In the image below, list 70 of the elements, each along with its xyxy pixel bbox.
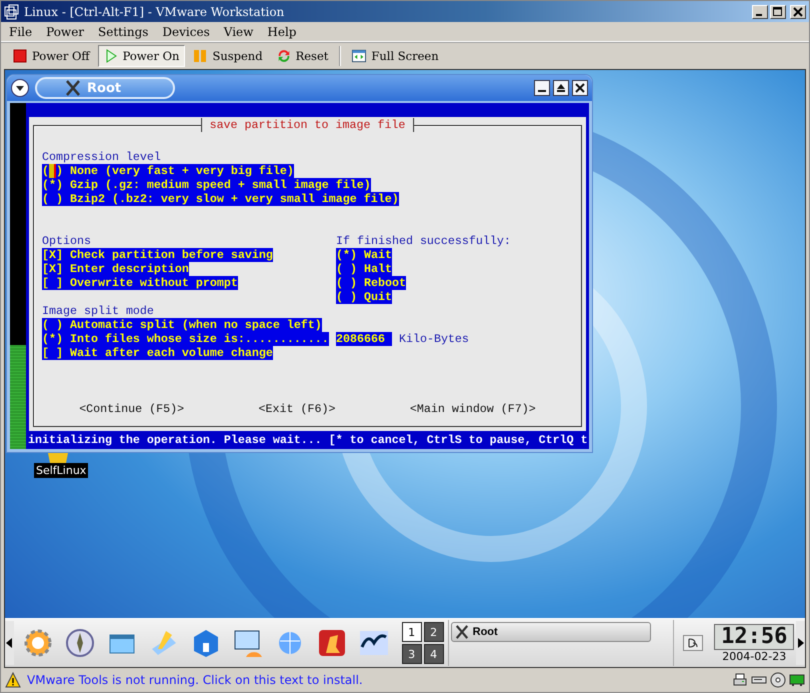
window-title-text: Root [87, 80, 122, 96]
radio-option[interactable]: (*) Gzip (.gz: medium speed + small image file) [42, 178, 371, 192]
radio-option[interactable]: ( ) Halt [336, 262, 392, 276]
printer-icon[interactable] [732, 672, 748, 688]
menu-item[interactable]: Settings [98, 24, 148, 38]
reset-icon[interactable] [276, 49, 291, 63]
tray-icon[interactable] [683, 635, 704, 651]
window-title: Linux - [Ctrl-Alt-F1] - VMware Workstation [24, 4, 284, 18]
checkbox-option[interactable]: [ ] Wait after each volume change [42, 346, 273, 360]
caret-icon[interactable] [15, 83, 25, 93]
desktop-pager-button[interactable]: 2 [424, 622, 444, 642]
full-screen-icon[interactable] [352, 49, 366, 63]
desktop-icon-label[interactable]: SelfLinux [34, 463, 88, 478]
desktop-pager-button[interactable]: 4 [424, 644, 444, 664]
disc-icon[interactable] [770, 672, 786, 688]
section-label: Compression level [42, 150, 162, 164]
warning-icon [5, 672, 21, 688]
app-icon [4, 4, 20, 20]
panel-hide-button[interactable] [5, 621, 14, 665]
suspend-button[interactable]: Suspend [187, 45, 269, 67]
clock-date: 2004-02-23 [722, 650, 786, 662]
dialog-button[interactable]: <Main window (F7)> [410, 402, 536, 416]
left-arrow-icon[interactable] [6, 638, 12, 648]
power-off-button[interactable]: Power Off [7, 45, 96, 67]
dialog-button[interactable]: <Continue (F5)> [79, 402, 184, 416]
checkbox-option[interactable]: [ ] Overwrite without prompt [42, 276, 238, 290]
menu-item[interactable]: Devices [162, 24, 210, 38]
dialog-title: save partition to image file [200, 118, 414, 132]
play-icon[interactable] [104, 49, 118, 63]
x-logo-icon[interactable] [454, 625, 469, 639]
right-arrow-icon[interactable] [798, 638, 804, 648]
install-tools-link[interactable]: VMware Tools is not running. Click on this text to install. [27, 673, 363, 687]
maximize-button[interactable] [553, 80, 569, 96]
section-label: If finished successfully: [336, 234, 511, 248]
power-on-button[interactable]: Power On [98, 45, 186, 67]
minimize-button[interactable] [534, 80, 550, 96]
radio-option[interactable]: (*) Into files whose size is:............ [42, 332, 329, 346]
unit-label: Kilo-Bytes [398, 332, 469, 346]
maximize-icon[interactable] [773, 6, 783, 16]
window-menu-button[interactable] [11, 79, 29, 97]
reset-button[interactable]: Reset [270, 45, 334, 67]
shade-icon[interactable] [556, 83, 566, 93]
radio-option[interactable]: ( ) Quit [336, 290, 392, 304]
radio-option[interactable]: ( ) None (very fast + very big file) [42, 164, 294, 178]
menu-item[interactable]: View [224, 24, 254, 38]
checkbox-option[interactable]: [X] Enter description [42, 262, 189, 276]
menu-item[interactable]: File [9, 24, 32, 38]
radio-option[interactable]: ( ) Automatic split (when no space left) [42, 318, 322, 332]
desktop-pager-button[interactable]: 1 [402, 622, 422, 642]
close-button[interactable] [572, 80, 588, 96]
radio-option[interactable]: ( ) Reboot [336, 276, 406, 290]
desktop-pager-button[interactable]: 3 [402, 644, 422, 664]
network-icon[interactable] [789, 672, 805, 688]
x-logo-icon [65, 80, 81, 96]
menu-item[interactable]: Power [46, 24, 84, 38]
section-label: Options [42, 234, 92, 248]
close-icon[interactable] [575, 83, 585, 93]
clock-time[interactable]: 12:56 [714, 624, 794, 650]
radio-option[interactable]: (*) Wait [336, 248, 392, 262]
size-field[interactable]: 2086666 [336, 332, 392, 346]
checkbox-option[interactable]: [X] Check partition before saving [42, 248, 273, 262]
radio-option[interactable]: ( ) Bzip2 (.bz2: very slow + very small image file) [42, 192, 399, 206]
dialog-button[interactable]: <Exit (F6)> [258, 402, 336, 416]
menu-item[interactable]: Help [267, 24, 296, 38]
close-icon[interactable] [793, 6, 803, 16]
panel-hide-button[interactable] [796, 621, 805, 665]
section-label: Image split mode [42, 304, 155, 318]
stop-icon[interactable] [13, 49, 27, 63]
full-screen-button[interactable]: Full Screen [346, 45, 445, 67]
taskbar-button[interactable]: Root [450, 622, 651, 642]
